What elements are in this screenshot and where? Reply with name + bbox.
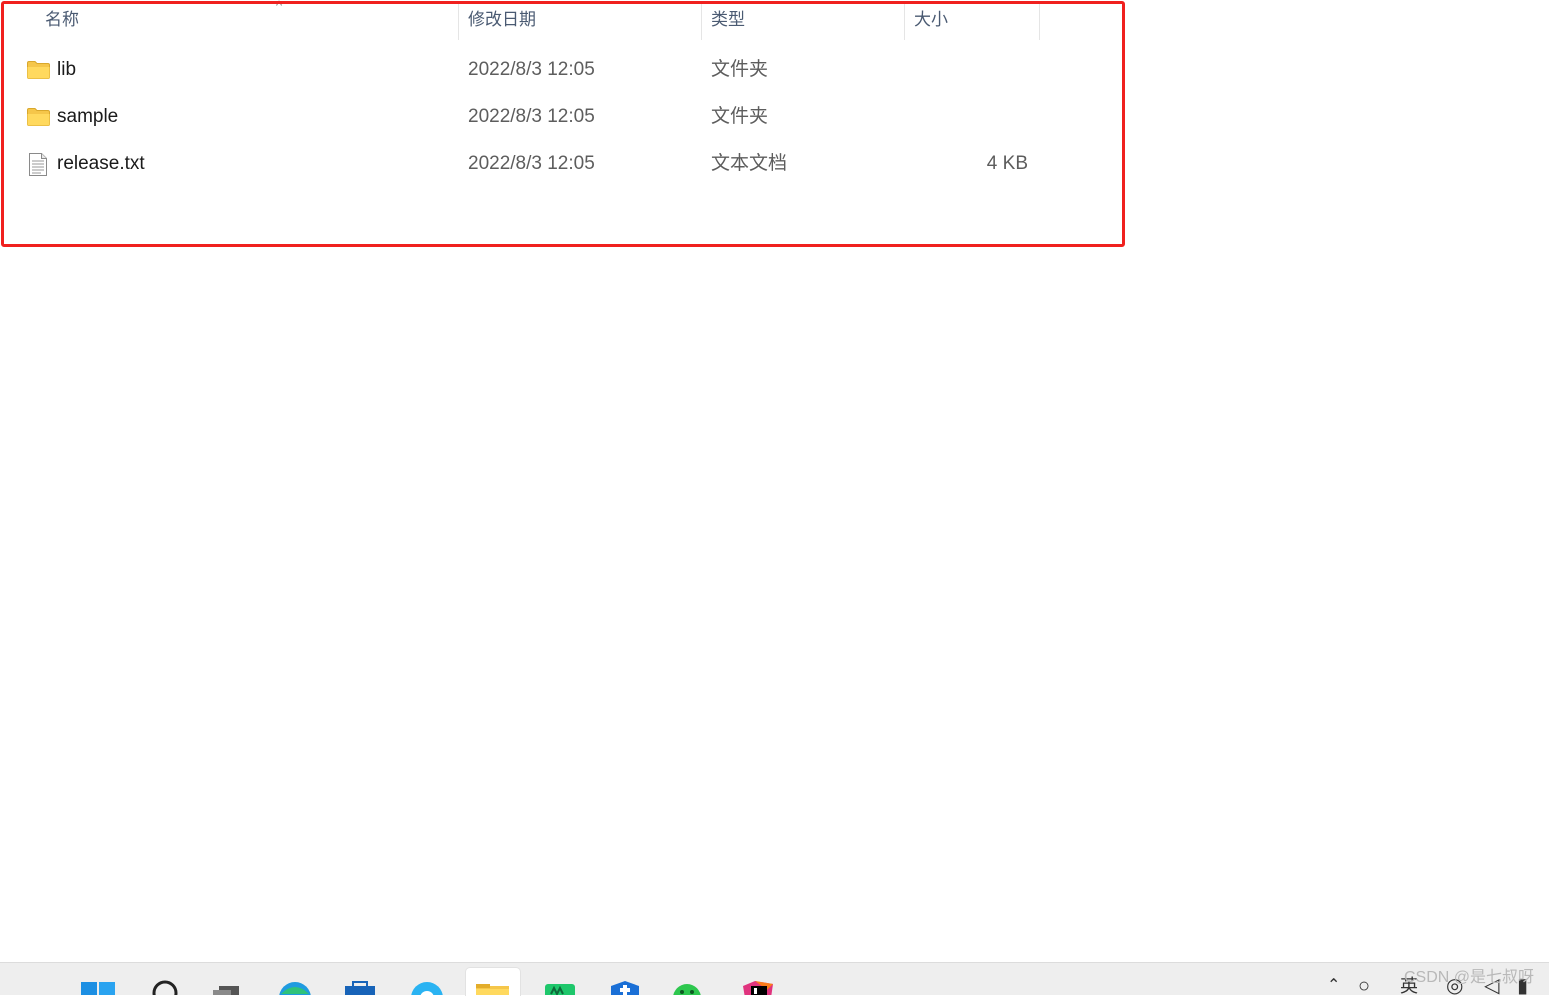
file-name: release.txt: [57, 153, 145, 174]
folder-icon: [27, 61, 50, 79]
column-header-name[interactable]: ^ 名称: [36, 0, 459, 40]
file-type: 文件夹: [711, 106, 769, 127]
file-modified: 2022/8/3 12:05: [468, 153, 595, 174]
watermark: CSDN @是七叔呀: [1403, 969, 1534, 986]
app-icon[interactable]: [410, 980, 444, 995]
column-header-modified[interactable]: 修改日期: [459, 0, 702, 40]
column-header-type[interactable]: 类型: [702, 0, 905, 40]
edge-icon[interactable]: [278, 980, 312, 995]
folder-icon: [27, 108, 50, 126]
file-name: sample: [57, 106, 119, 127]
file-type: 文件夹: [711, 59, 769, 80]
file-type: 文本文档: [711, 153, 788, 174]
column-divider[interactable]: [1039, 4, 1040, 40]
security-icon[interactable]: [608, 980, 642, 995]
intellij-icon[interactable]: [741, 980, 775, 995]
column-header-size[interactable]: 大小: [905, 0, 1040, 40]
start-icon[interactable]: [81, 980, 115, 995]
file-modified: 2022/8/3 12:05: [468, 59, 595, 80]
file-size: 4 KB: [986, 153, 1028, 174]
column-header-modified-label: 修改日期: [468, 10, 536, 29]
column-header-size-label: 大小: [914, 10, 948, 29]
column-header-name-label: 名称: [45, 10, 79, 29]
taskbar: ⌃ ○ 英 ◎ ◁ ▮: [0, 962, 1549, 997]
column-header-type-label: 类型: [711, 10, 745, 29]
file-row-sample[interactable]: sample 2022/8/3 12:05 文件夹: [0, 97, 1110, 137]
file-list-view: ^ 名称 修改日期 类型 大小 lib 2022/8/3 12:05 文件夹 s…: [0, 0, 1125, 248]
store-icon[interactable]: [343, 980, 377, 995]
search-icon[interactable]: [148, 980, 182, 995]
file-modified: 2022/8/3 12:05: [468, 106, 595, 127]
green-app-icon[interactable]: [543, 980, 577, 995]
sort-ascending-icon: ^: [276, 0, 283, 13]
task-view-icon[interactable]: [211, 980, 245, 995]
file-row-lib[interactable]: lib 2022/8/3 12:05 文件夹: [0, 50, 1110, 90]
text-file-icon: [29, 153, 47, 176]
file-explorer-icon[interactable]: [475, 980, 509, 995]
file-name: lib: [57, 59, 77, 80]
file-row-release-txt[interactable]: release.txt 2022/8/3 12:05 文本文档 4 KB: [0, 144, 1110, 184]
wechat-icon[interactable]: [670, 980, 704, 995]
